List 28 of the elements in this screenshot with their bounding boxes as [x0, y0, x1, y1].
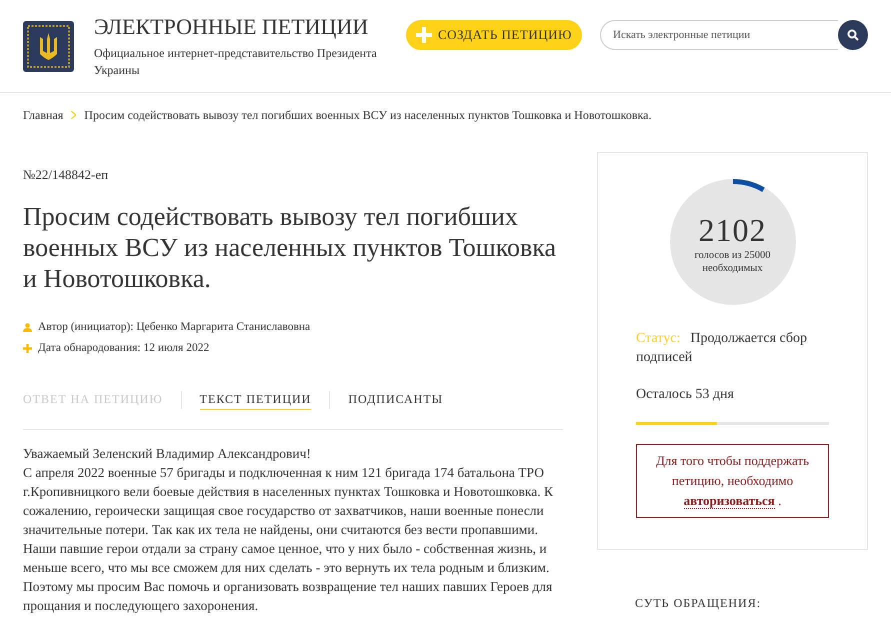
search-icon: [847, 29, 859, 41]
trident-logo-icon[interactable]: [23, 20, 74, 72]
status-text: Статус: Продолжается сбор подписей: [636, 330, 808, 367]
petition-tab[interactable]: ПОДПИСАНТЫ: [348, 390, 444, 410]
plus-icon: [416, 27, 432, 43]
search-button[interactable]: [838, 20, 868, 50]
greeting-text: Уважаемый Зеленский Владимир Александрович!: [23, 445, 312, 463]
date-text: Дата обнародования: 12 июля 2022: [38, 340, 210, 356]
petition-number: №22/148842-еп: [23, 166, 110, 184]
person-icon: [23, 322, 32, 332]
create-petition-button[interactable]: СОЗДАТЬ ПЕТИЦИЮ: [406, 20, 582, 50]
days-left: Осталось 53 дня: [636, 386, 735, 404]
petition-title: Просим содействовать вывозу тел погибших военных ВСУ из населенных пунктов Тошковка и Новотошковка.: [23, 200, 558, 294]
votes-count: 2102: [698, 213, 766, 247]
breadcrumb-link[interactable]: Главная: [23, 106, 64, 124]
petition-tab[interactable]: ТЕКСТ ПЕТИЦИИ: [200, 390, 312, 410]
login-link[interactable]: авторизоваться: [684, 493, 775, 509]
author-text: Автор (инициатор): Цебенко Маргарита Станиславовна: [38, 320, 310, 334]
section-title: СУТЬ ОБРАЩЕНИЯ:: [635, 595, 762, 612]
breadcrumb-current: Просим содействовать вывозу тел погибших военных ВСУ из населенных пунктов Тошковка и Новотошковка.: [84, 107, 652, 124]
votes-caption: голосов из 25000 необходимых: [693, 249, 772, 275]
plus-icon: [23, 344, 32, 353]
petition-body-text: С апреля 2022 военные 57 бригады и подключенная к ним 121 бригада 174 батальона ТРО г.Кропивницкого вели боевые действия в населенных пунктах Тошковка и Новотошковка. К сожалению, героически защищая свое государство от захватчиков, наши военные понесли значительные потери. Так как их тела не найдены, они считаются без вести пропавшими. Наши павшие герои отдали за страну самое ценное, что у них было - собственная жизнь, и меньше всего, что мы все сможем для них сделать - это вернуть их тела родным и близким. Поэтому мы просим Вас помочь и организовать возвращение тел наших павших Героев для прощания и последующего захоронения.: [23, 464, 554, 615]
auth-notice-text: Для того чтобы поддержать петицию, необходимо авторизоваться .: [654, 452, 810, 511]
site-subtitle: Официальное интернет-представительство Президента Украины: [94, 44, 378, 78]
search-field[interactable]: Искать электронные петиции: [600, 20, 838, 50]
chevron-icon: [71, 111, 76, 119]
site-title: ЭЛЕКТРОННЫЕ ПЕТИЦИИ: [94, 14, 370, 40]
